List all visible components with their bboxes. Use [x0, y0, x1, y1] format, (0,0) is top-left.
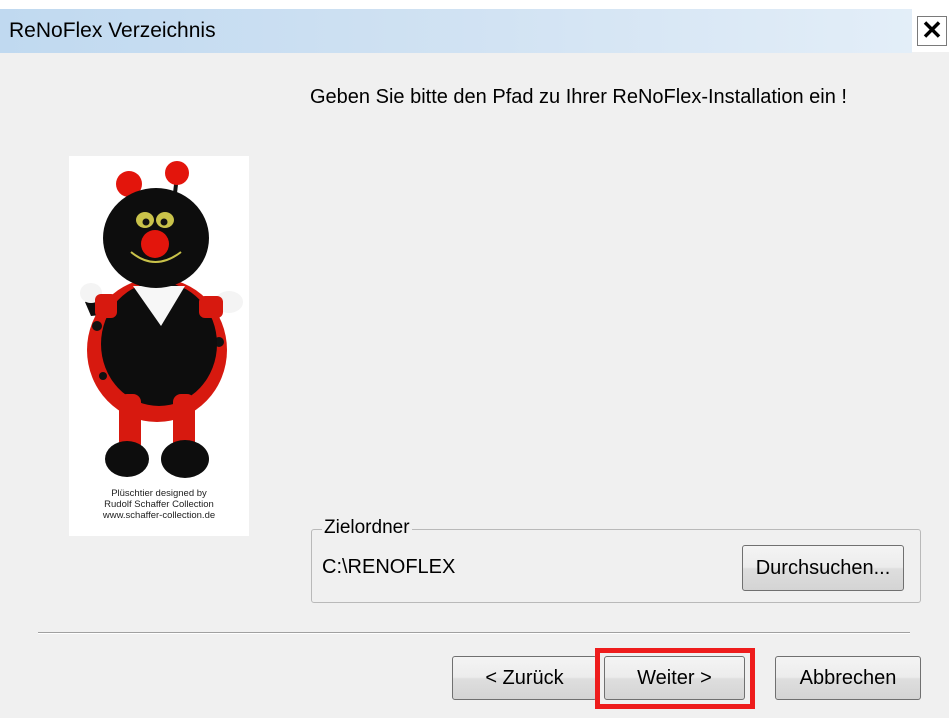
- destination-group-label: Zielordner: [322, 517, 412, 539]
- footer-divider: [38, 632, 910, 634]
- instruction-text: Geben Sie bitte den Pfad zu Ihrer ReNoFl…: [310, 86, 847, 108]
- browse-button[interactable]: Durchsuchen...: [742, 545, 904, 591]
- back-button[interactable]: < Zurück: [452, 656, 597, 700]
- mascot-image: Plüschtier designed by Rudolf Schaffer C…: [69, 156, 249, 536]
- cancel-button[interactable]: Abbrechen: [775, 656, 921, 700]
- close-icon: ✕: [921, 15, 943, 45]
- credit-line: Plüschtier designed by: [111, 488, 207, 499]
- credit-line: www.schaffer-collection.de: [102, 510, 216, 521]
- window-title: ReNoFlex Verzeichnis: [0, 9, 912, 53]
- credit-line: Rudolf Schaffer Collection: [104, 499, 214, 510]
- next-button-highlight: [595, 648, 755, 709]
- ladybug-plush-illustration: [80, 161, 243, 478]
- destination-path: C:\RENOFLEX: [322, 556, 456, 578]
- mascot-credit: Plüschtier designed by Rudolf Schaffer C…: [69, 488, 249, 521]
- title-bar: ReNoFlex Verzeichnis: [0, 0, 949, 53]
- close-button[interactable]: ✕: [917, 16, 947, 46]
